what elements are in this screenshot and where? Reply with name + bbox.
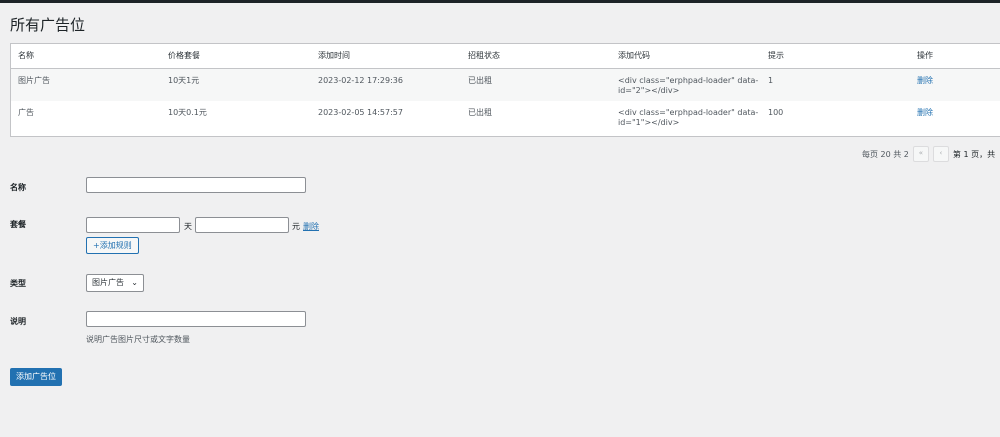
- table-header-row: 名称 价格套餐 添加时间 招租状态 添加代码 提示 操作: [11, 44, 1000, 68]
- prev-page-button[interactable]: ‹: [932, 146, 949, 162]
- name-input[interactable]: [86, 177, 306, 193]
- cell-tip: 1: [768, 75, 774, 85]
- column-header: 添加时间: [318, 51, 350, 61]
- cell-name: 图片广告: [18, 75, 50, 85]
- column-header: 添加代码: [618, 51, 650, 61]
- page-title: 所有广告位: [10, 16, 86, 34]
- code-line: id="1"></div>: [618, 118, 680, 127]
- first-page-button[interactable]: «: [912, 146, 929, 162]
- table-row: 广告 10天0.1元 2023-02-05 14:57:57 已出租 <div …: [11, 101, 1000, 134]
- delete-link[interactable]: 删除: [917, 108, 933, 117]
- chevron-down-icon: ⌄: [131, 278, 138, 287]
- cell-status: 已出租: [468, 108, 492, 117]
- column-header: 招租状态: [468, 51, 500, 61]
- type-select[interactable]: 图片广告 ⌄: [86, 274, 144, 292]
- cell-status: 已出租: [468, 75, 492, 85]
- table-row: 图片广告 10天1元 2023-02-12 17:29:36 已出租 <div …: [11, 68, 1000, 101]
- add-ad-slot-button[interactable]: 添加广告位: [10, 368, 62, 386]
- column-header: 价格套餐: [168, 51, 200, 61]
- delete-rule-link[interactable]: 删除: [303, 221, 319, 232]
- cell-tip: 100: [768, 108, 784, 117]
- column-header: 操作: [917, 51, 933, 61]
- column-header: 提示: [768, 51, 784, 61]
- cell-code: <div class="erphpad-loader" data- id="2"…: [611, 68, 761, 101]
- code-line: <div class="erphpad-loader" data-: [618, 108, 759, 117]
- day-unit: 天: [184, 222, 192, 231]
- cell-price: 10天1元: [168, 75, 200, 85]
- description-help-text: 说明广告图片尺寸或文字数量: [86, 335, 190, 344]
- admin-bar: [0, 0, 1000, 3]
- cell-time: 2023-02-12 17:29:36: [318, 75, 403, 85]
- pagination-summary: 每页 20 共 2: [862, 149, 909, 159]
- code-line: id="2"></div>: [618, 85, 680, 95]
- page-indicator: 第 1 页，共: [952, 149, 996, 159]
- desc-label: 说明: [10, 317, 26, 326]
- delete-link[interactable]: 删除: [917, 76, 933, 85]
- package-label: 套餐: [10, 220, 26, 229]
- name-label: 名称: [10, 183, 26, 192]
- description-input[interactable]: [86, 311, 306, 327]
- price-input[interactable]: [195, 217, 289, 233]
- pagination: 每页 20 共 2 « ‹ 第 1 页，共: [862, 146, 995, 162]
- cell-name: 广告: [18, 108, 34, 117]
- cell-time: 2023-02-05 14:57:57: [318, 108, 403, 117]
- type-label: 类型: [10, 279, 26, 288]
- yuan-unit: 元: [292, 222, 300, 231]
- cell-price: 10天0.1元: [168, 108, 207, 117]
- days-input[interactable]: [86, 217, 180, 233]
- ad-slots-table: 名称 价格套餐 添加时间 招租状态 添加代码 提示 操作 图片广告 10天1元 …: [10, 43, 1000, 137]
- cell-code: <div class="erphpad-loader" data- id="1"…: [611, 101, 761, 134]
- type-selected-value: 图片广告: [92, 278, 124, 287]
- cell-action: 删除: [910, 101, 1000, 134]
- cell-action: 删除: [910, 68, 1000, 101]
- add-rule-button[interactable]: +添加规则: [86, 237, 139, 254]
- code-line: <div class="erphpad-loader" data-: [618, 75, 759, 85]
- column-header: 名称: [18, 51, 34, 61]
